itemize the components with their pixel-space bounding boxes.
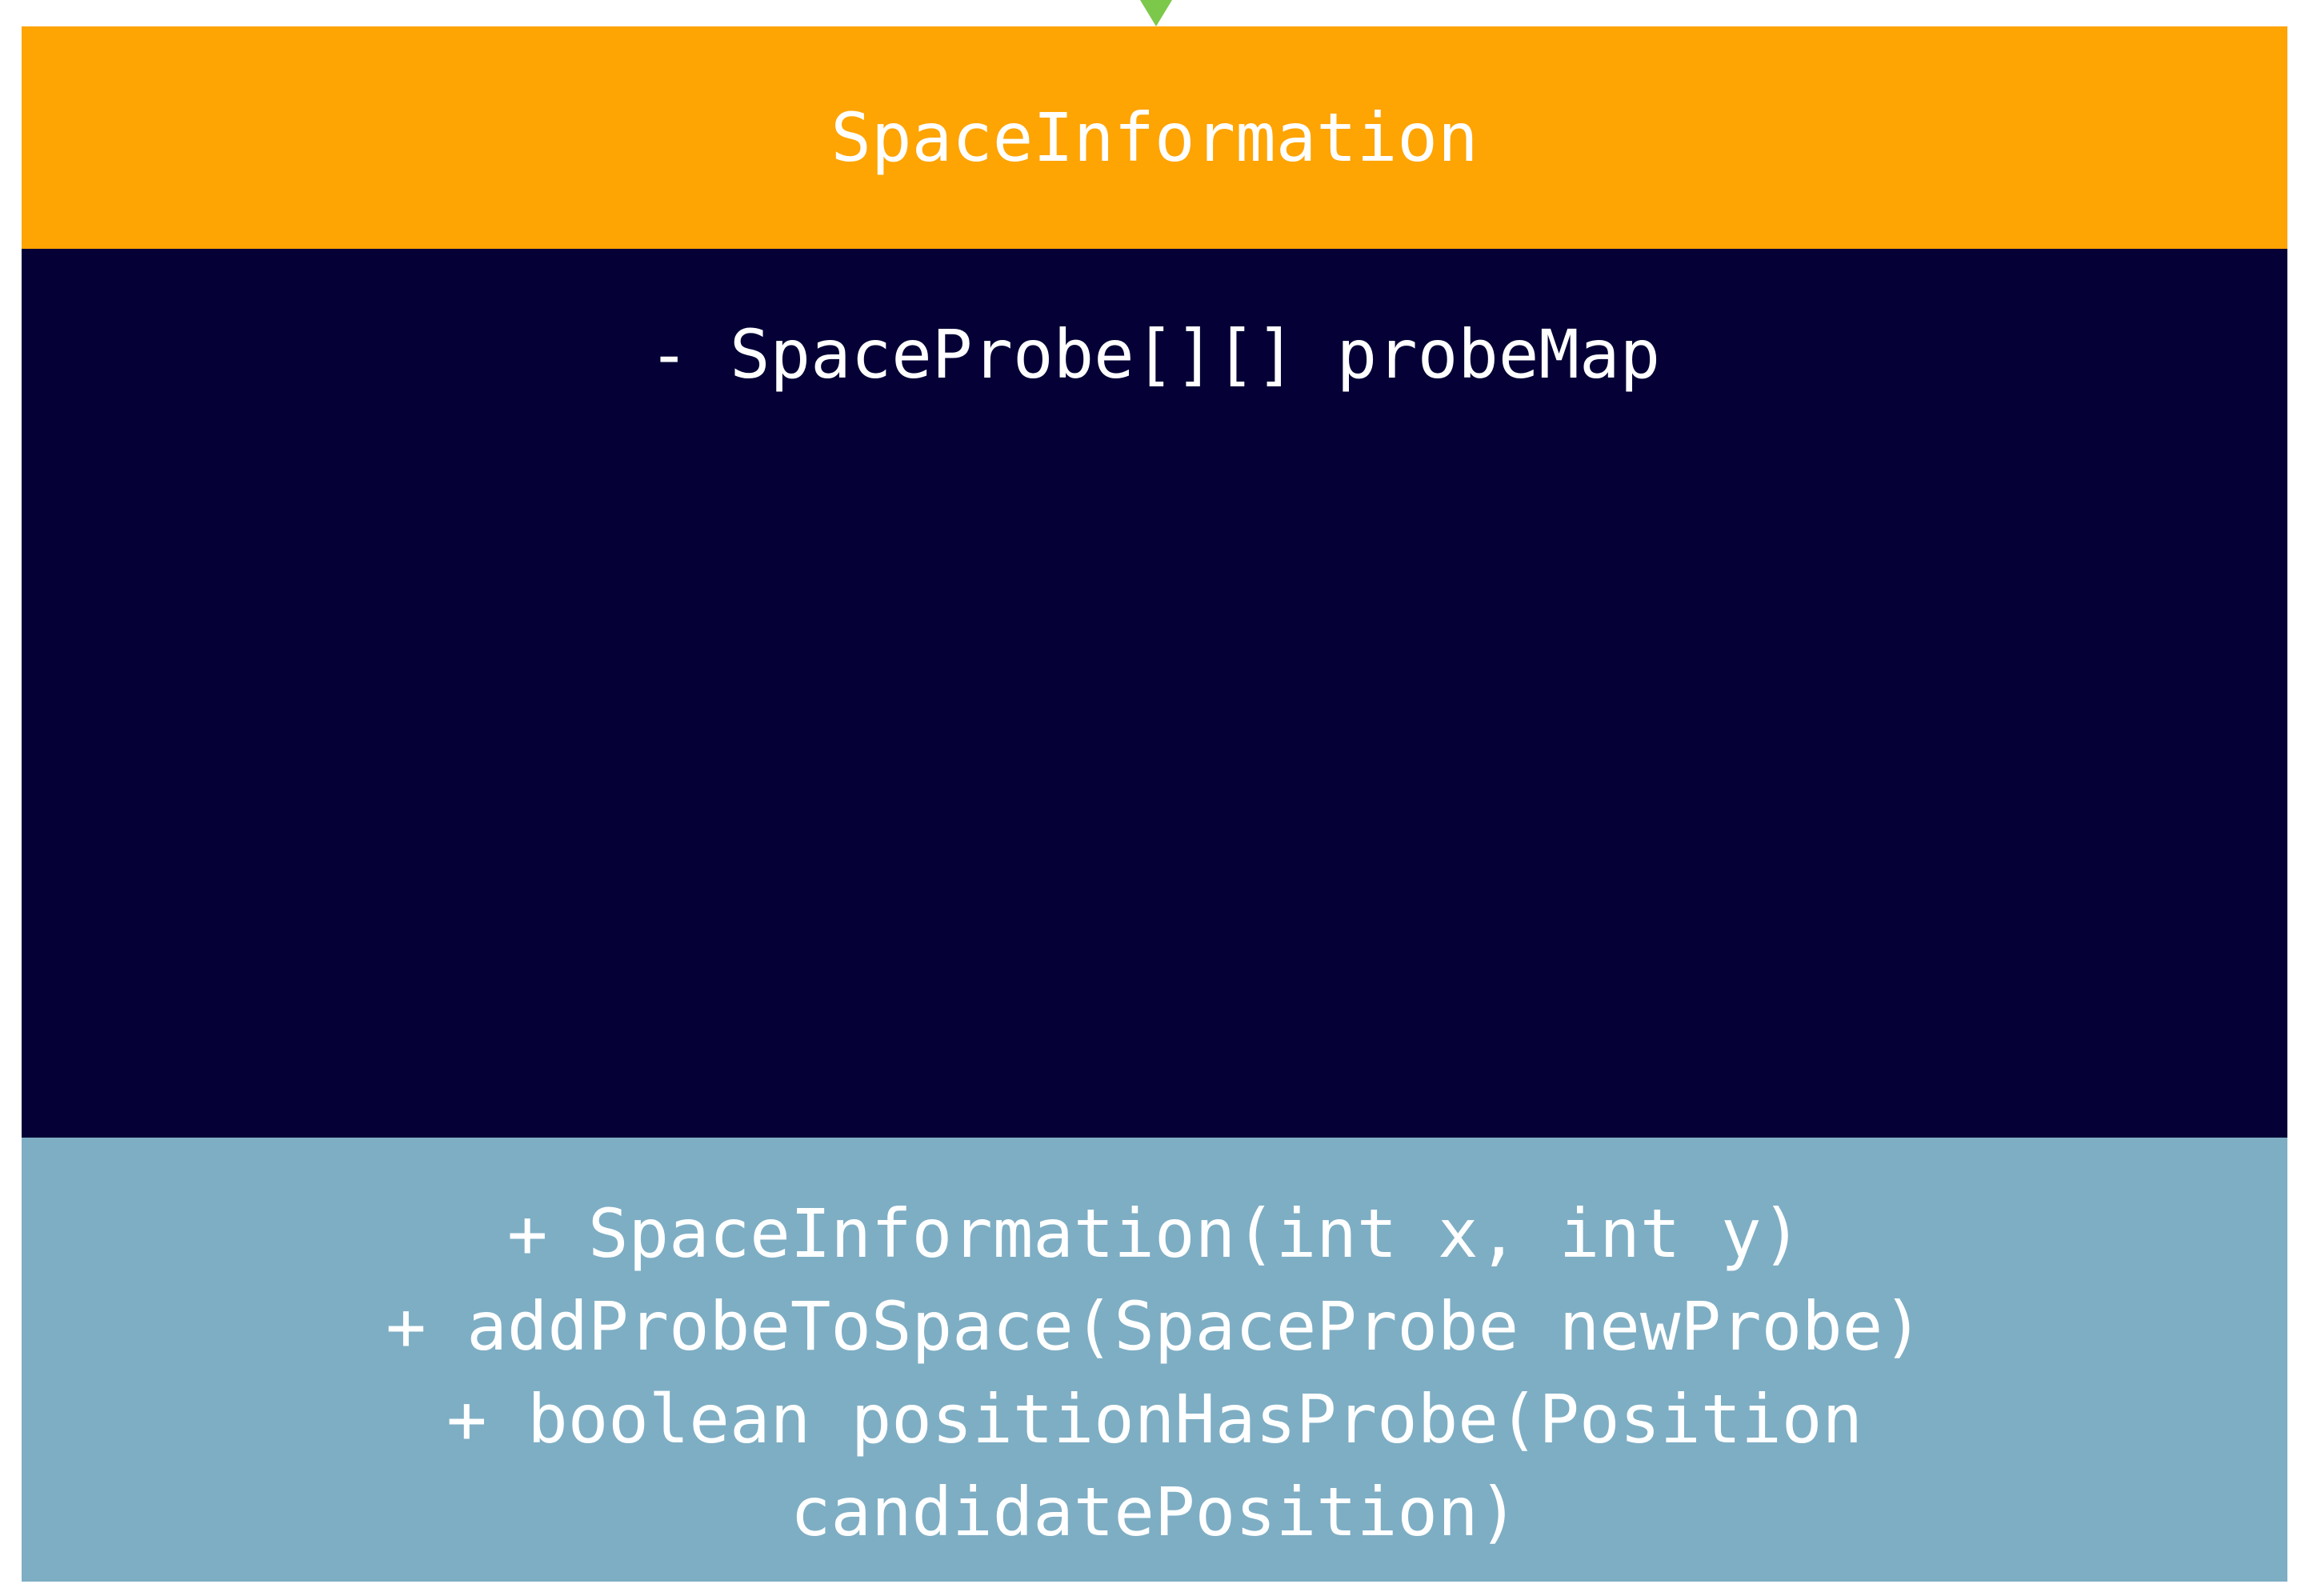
method-position-has-probe-continued: candidatePosition) xyxy=(790,1473,1519,1551)
attribute-probe-map: - SpaceProbe[][] probeMap xyxy=(648,315,1661,394)
method-constructor: + SpaceInformation(int x, int y) xyxy=(506,1194,1803,1273)
association-arrowhead xyxy=(1140,0,1172,26)
class-name: SpaceInformation xyxy=(830,98,1479,177)
method-position-has-probe: + boolean positionHasProbe(Position xyxy=(446,1380,1863,1458)
class-header: SpaceInformation xyxy=(22,26,2287,249)
uml-class-box: SpaceInformation - SpaceProbe[][] probeM… xyxy=(22,26,2287,1582)
methods-compartment: + SpaceInformation(int x, int y) + addPr… xyxy=(22,1138,2287,1582)
method-add-probe-to-space: + addProbeToSpace(SpaceProbe newProbe) xyxy=(386,1287,1923,1366)
attributes-compartment: - SpaceProbe[][] probeMap xyxy=(22,249,2287,1138)
